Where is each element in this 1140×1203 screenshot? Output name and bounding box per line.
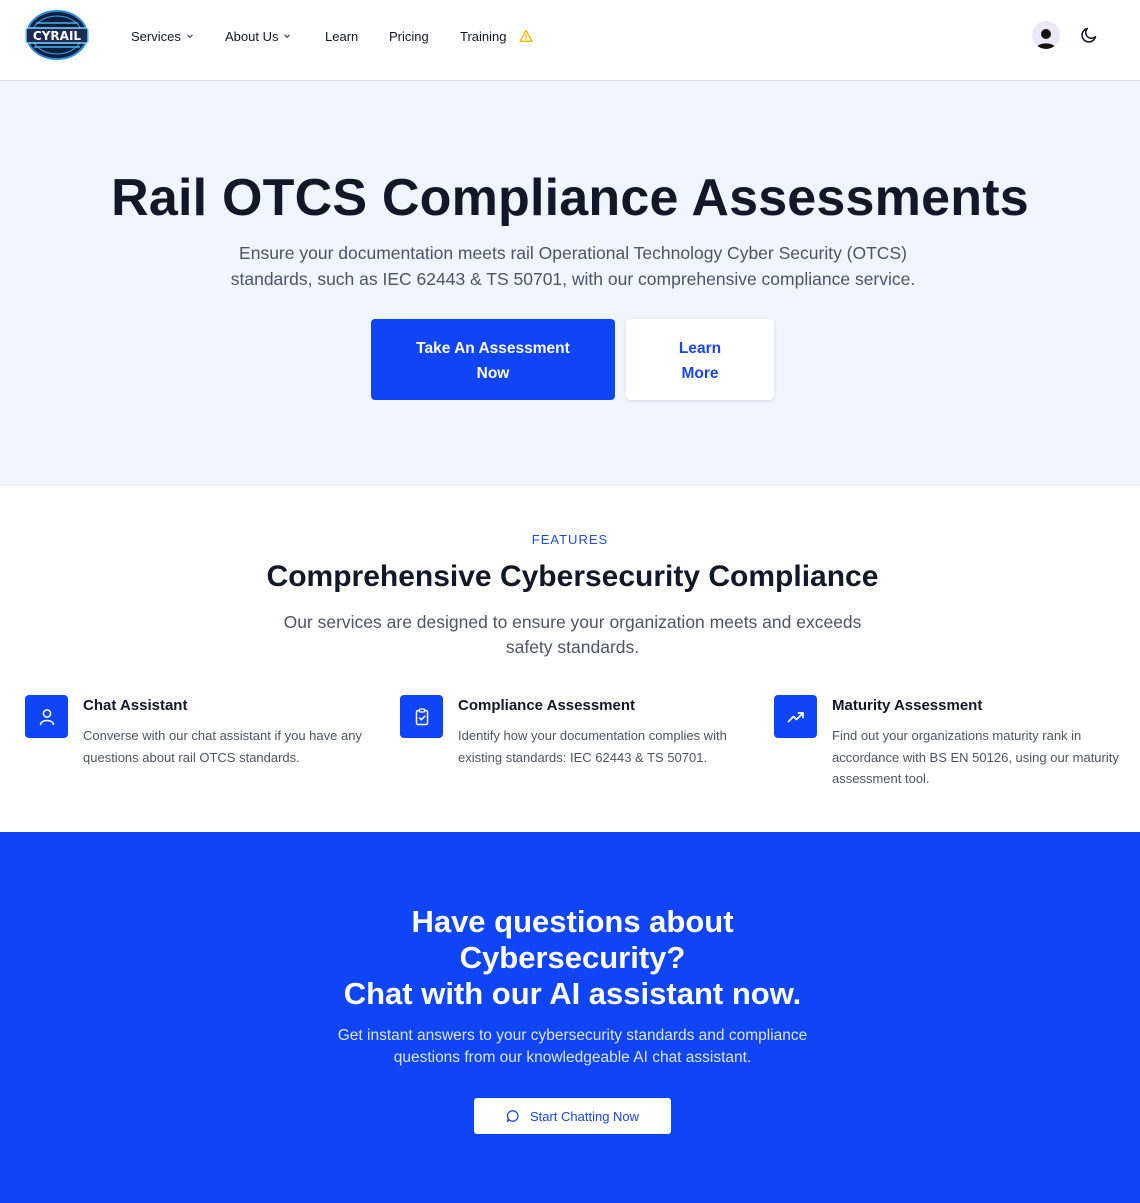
feature-card-description: Find out your organizations maturity ran…: [832, 728, 1119, 786]
warning-icon: [519, 29, 534, 42]
nav-training[interactable]: Training: [460, 27, 534, 45]
cta-title-line: Have questions about: [411, 904, 734, 939]
user-avatar-icon: [1036, 29, 1056, 49]
chevron-down-icon: [284, 34, 291, 39]
nav-services[interactable]: Services: [131, 27, 194, 45]
cta-title: Have questions about Cybersecurity? Chat…: [0, 904, 1140, 1012]
chat-bubble-icon: [506, 1110, 519, 1123]
cyrail-logo[interactable]: CYRAIL: [24, 9, 90, 61]
top-navbar: CYRAIL Services About Us Learn Pricing T…: [0, 0, 1140, 81]
nav-training-label: Training: [460, 28, 507, 44]
user-avatar[interactable]: [1032, 21, 1060, 49]
user-icon: [25, 695, 68, 738]
feature-card-title: Chat Assistant: [83, 697, 188, 714]
features-eyebrow: FEATURES: [531, 532, 609, 547]
chevron-down-icon: [186, 34, 193, 39]
nav-learn-label: Learn: [325, 28, 359, 44]
nav-pricing[interactable]: Pricing: [389, 27, 429, 45]
feature-card-title: Compliance Assessment: [458, 697, 636, 714]
features-title: Comprehensive Cybersecurity Compliance: [266, 560, 879, 593]
start-chatting-label: Start Chatting Now: [529, 1108, 640, 1124]
cta-subtitle: Get instant answers to your cybersecurit…: [337, 1027, 808, 1066]
take-assessment-button[interactable]: Take An Assessment Now: [371, 319, 615, 400]
features-subtitle: Our services are designed to ensure your…: [283, 612, 862, 657]
logo-text: CYRAIL: [33, 29, 81, 43]
nav-about-us[interactable]: About Us: [225, 27, 291, 45]
hero-subtitle: Ensure your documentation meets rail Ope…: [230, 243, 916, 289]
learn-more-button[interactable]: Learn More: [626, 319, 774, 400]
start-chatting-button[interactable]: Start Chatting Now: [474, 1098, 671, 1134]
nav-services-label: Services: [131, 28, 181, 44]
hero-section: Rail OTCS Compliance Assessments Ensure …: [0, 81, 1140, 486]
chat-cta-section: Have questions about Cybersecurity? Chat…: [0, 832, 1140, 1203]
nav-pricing-label: Pricing: [389, 28, 429, 44]
feature-card-description: Identify how your documentation complies…: [458, 728, 727, 765]
clipboard-check-icon: [400, 695, 443, 738]
trending-up-icon: [774, 695, 817, 738]
cta-title-line: Cybersecurity?: [459, 940, 686, 975]
moon-icon[interactable]: [1080, 26, 1098, 44]
cta-title-line: Chat with our AI assistant now.: [343, 976, 802, 1011]
feature-card-title: Maturity Assessment: [832, 697, 983, 714]
nav-about-us-label: About Us: [225, 28, 279, 44]
features-section: FEATURES Comprehensive Cybersecurity Com…: [0, 486, 1140, 832]
nav-learn[interactable]: Learn: [325, 27, 358, 45]
feature-card-description: Converse with our chat assistant if you …: [83, 728, 362, 765]
hero-title: Rail OTCS Compliance Assessments: [111, 169, 1029, 227]
